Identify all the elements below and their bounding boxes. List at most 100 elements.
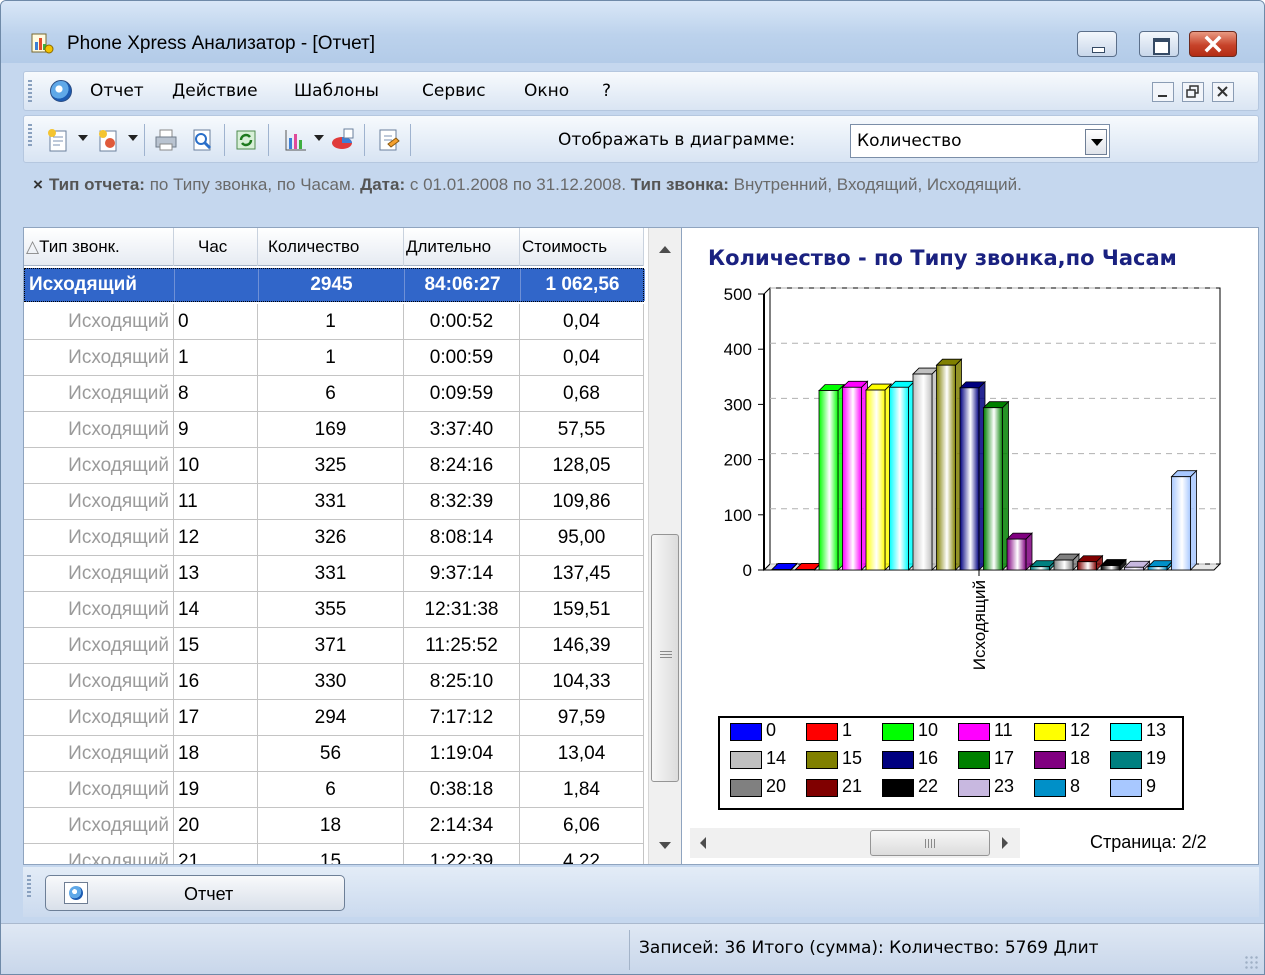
column-header-call-type[interactable]: △Тип звонк. bbox=[24, 228, 174, 266]
scrollbar-thumb[interactable] bbox=[870, 830, 990, 856]
grid-vertical-scrollbar[interactable] bbox=[648, 228, 681, 864]
scroll-down-icon[interactable] bbox=[659, 842, 671, 849]
legend-label: 9 bbox=[1146, 776, 1157, 796]
table-cell-count: 18 bbox=[258, 808, 404, 843]
document-icon bbox=[64, 882, 88, 904]
menu-grip[interactable] bbox=[28, 80, 32, 104]
table-row[interactable]: Исходящий 19 6 0:38:18 1,84 bbox=[24, 772, 644, 808]
menu-templates[interactable]: Шаблоны bbox=[294, 81, 379, 101]
table-cell-duration: 1:22:39 bbox=[404, 844, 520, 864]
group-duration: 84:06:27 bbox=[405, 269, 521, 301]
table-row[interactable]: Исходящий 0 1 0:00:52 0,04 bbox=[24, 304, 644, 340]
maximize-button[interactable] bbox=[1139, 31, 1179, 57]
open-template-icon bbox=[99, 130, 117, 152]
legend-swatch bbox=[958, 751, 990, 769]
y-tick-label: 100 bbox=[724, 506, 752, 525]
resize-grip-icon[interactable] bbox=[1244, 955, 1258, 969]
table-cell-count: 1 bbox=[258, 304, 404, 339]
table-row[interactable]: Исходящий 18 56 1:19:04 13,04 bbox=[24, 736, 644, 772]
new-report-button[interactable] bbox=[44, 126, 72, 154]
bar-front bbox=[912, 373, 933, 571]
scroll-left-icon[interactable] bbox=[700, 837, 706, 849]
table-cell-count: 169 bbox=[258, 412, 404, 447]
open-template-dropdown-icon[interactable] bbox=[128, 135, 138, 141]
new-report-dropdown-icon[interactable] bbox=[78, 135, 88, 141]
menu-report[interactable]: Отчет bbox=[90, 81, 144, 101]
report-type-label: Тип отчета: bbox=[48, 175, 145, 194]
bar-hour-17 bbox=[982, 400, 1010, 571]
menu-window[interactable]: Окно bbox=[524, 81, 569, 101]
open-template-button[interactable] bbox=[94, 126, 122, 154]
table-row[interactable]: Исходящий 1 1 0:00:59 0,04 bbox=[24, 340, 644, 376]
tab-report[interactable]: Отчет bbox=[45, 875, 345, 911]
column-header-hour[interactable]: Час bbox=[174, 228, 258, 266]
export-button[interactable] bbox=[374, 126, 402, 154]
preview-button[interactable] bbox=[188, 126, 216, 154]
table-cell-count: 15 bbox=[258, 844, 404, 864]
menu-service[interactable]: Сервис bbox=[422, 81, 486, 101]
table-cell-type: Исходящий bbox=[24, 700, 174, 735]
legend-swatch bbox=[730, 779, 762, 797]
chart-settings-button[interactable] bbox=[328, 126, 356, 154]
group-summary-row[interactable]: Исходящий 2945 84:06:27 1 062,56 bbox=[24, 268, 645, 302]
table-row[interactable]: Исходящий 12 326 8:08:14 95,00 bbox=[24, 520, 644, 556]
chart-type-dropdown-icon[interactable] bbox=[314, 135, 324, 141]
close-filter-icon[interactable]: × bbox=[33, 175, 43, 194]
table-row[interactable]: Исходящий 20 18 2:14:34 6,06 bbox=[24, 808, 644, 844]
print-icon bbox=[155, 129, 177, 151]
table-row[interactable]: Исходящий 10 325 8:24:16 128,05 bbox=[24, 448, 644, 484]
table-row[interactable]: Исходящий 14 355 12:31:38 159,51 bbox=[24, 592, 644, 628]
refresh-button[interactable] bbox=[232, 126, 260, 154]
column-header-cost[interactable]: Стоимость bbox=[520, 228, 644, 266]
table-cell-duration: 0:09:59 bbox=[404, 376, 520, 411]
table-cell-hour: 13 bbox=[174, 556, 258, 591]
table-cell-cost: 104,33 bbox=[520, 664, 644, 699]
legend-swatch bbox=[958, 779, 990, 797]
table-cell-duration: 9:37:14 bbox=[404, 556, 520, 591]
table-row[interactable]: Исходящий 15 371 11:25:52 146,39 bbox=[24, 628, 644, 664]
legend-swatch bbox=[1034, 779, 1066, 797]
menu-action[interactable]: Действие bbox=[172, 81, 258, 101]
scroll-right-icon[interactable] bbox=[1002, 837, 1008, 849]
mdi-minimize-button[interactable] bbox=[1152, 82, 1174, 102]
table-cell-type: Исходящий bbox=[24, 844, 174, 864]
scrollbar-thumb[interactable] bbox=[651, 534, 679, 782]
mdi-restore-button[interactable] bbox=[1182, 82, 1204, 102]
display-in-chart-select[interactable]: Количество bbox=[850, 124, 1110, 158]
close-button[interactable] bbox=[1189, 31, 1237, 57]
column-header-duration[interactable]: Длительно bbox=[404, 228, 520, 266]
table-cell-hour: 16 bbox=[174, 664, 258, 699]
table-row[interactable]: Исходящий 9 169 3:37:40 57,55 bbox=[24, 412, 644, 448]
table-cell-cost: 146,39 bbox=[520, 628, 644, 663]
bar-front bbox=[959, 387, 980, 571]
toolbar-grip[interactable] bbox=[28, 124, 32, 148]
table-cell-duration: 8:32:39 bbox=[404, 484, 520, 519]
tabbar-grip[interactable] bbox=[27, 875, 31, 899]
table-row[interactable]: Исходящий 8 6 0:09:59 0,68 bbox=[24, 376, 644, 412]
table-cell-type: Исходящий bbox=[24, 484, 174, 519]
table-cell-cost: 4,22 bbox=[520, 844, 644, 864]
mdi-close-button[interactable] bbox=[1212, 82, 1234, 102]
document-icon[interactable] bbox=[50, 80, 72, 102]
minimize-button[interactable] bbox=[1077, 31, 1117, 57]
group-type: Исходящий bbox=[25, 269, 175, 301]
status-bar: Записей: 36 Итого (сумма): Количество: 5… bbox=[1, 923, 1264, 974]
page-indicator: Страница: 2/2 bbox=[1090, 832, 1207, 852]
table-cell-hour: 8 bbox=[174, 376, 258, 411]
legend-label: 12 bbox=[1070, 720, 1091, 740]
table-cell-type: Исходящий bbox=[24, 520, 174, 555]
table-row[interactable]: Исходящий 17 294 7:17:12 97,59 bbox=[24, 700, 644, 736]
table-row[interactable]: Исходящий 16 330 8:25:10 104,33 bbox=[24, 664, 644, 700]
bar-front bbox=[1030, 566, 1050, 571]
chevron-down-icon[interactable] bbox=[1085, 129, 1107, 155]
chart-type-button[interactable] bbox=[282, 126, 310, 154]
table-row[interactable]: Исходящий 21 15 1:22:39 4,22 bbox=[24, 844, 644, 864]
print-button[interactable] bbox=[152, 126, 180, 154]
chart-horizontal-scrollbar[interactable] bbox=[690, 828, 1020, 858]
column-header-count[interactable]: Количество bbox=[258, 228, 404, 266]
bar-hour-21 bbox=[1076, 554, 1104, 571]
scroll-up-icon[interactable] bbox=[659, 246, 671, 253]
table-row[interactable]: Исходящий 13 331 9:37:14 137,45 bbox=[24, 556, 644, 592]
menu-help[interactable]: ? bbox=[602, 81, 611, 101]
table-row[interactable]: Исходящий 11 331 8:32:39 109,86 bbox=[24, 484, 644, 520]
